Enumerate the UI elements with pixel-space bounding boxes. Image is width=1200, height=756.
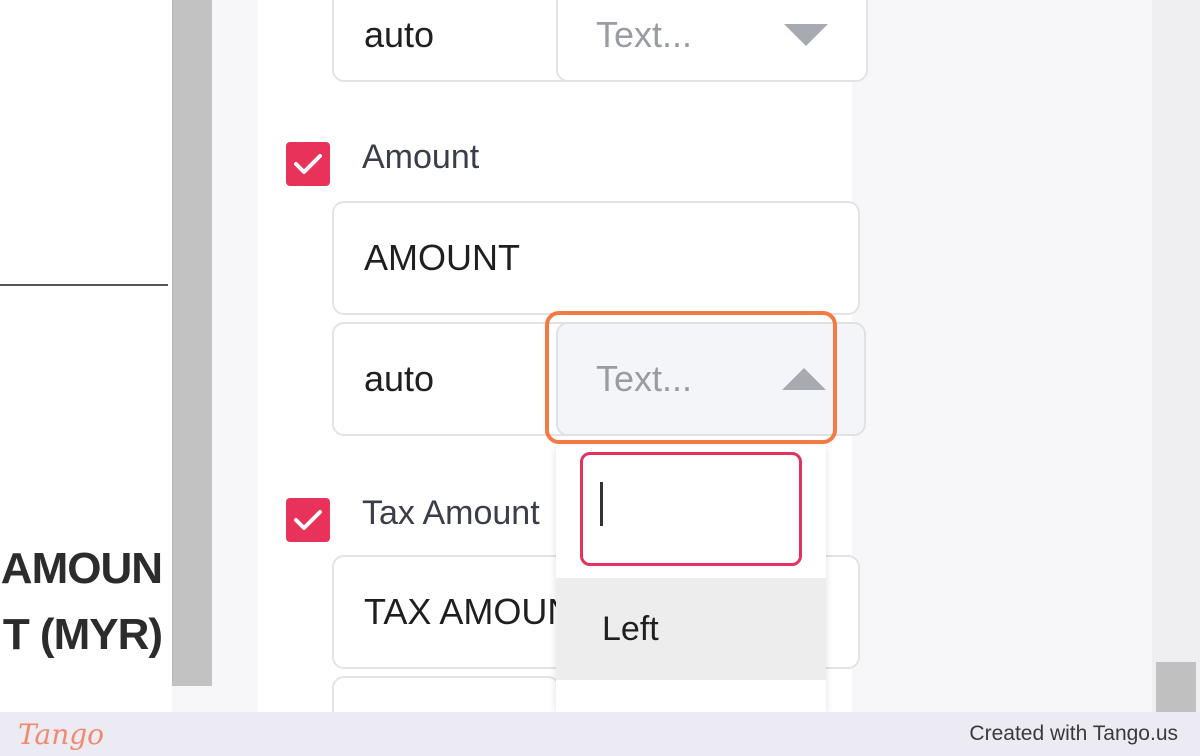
amount-header-input[interactable]: AMOUNT xyxy=(332,201,860,315)
tax-amount-checkbox[interactable] xyxy=(286,498,330,542)
document-column-heading-line1: AMOUN xyxy=(0,544,163,593)
step-highlight xyxy=(545,311,837,444)
previous-align-select-value: Text... xyxy=(596,14,693,55)
document-column-heading-line2: T (MYR) xyxy=(2,610,163,659)
tax-amount-label: Tax Amount xyxy=(362,494,540,532)
check-icon xyxy=(294,510,322,530)
page-scrollbar[interactable] xyxy=(1152,0,1200,712)
previous-width-input[interactable]: auto xyxy=(332,0,588,82)
check-icon xyxy=(294,154,322,174)
text-cursor xyxy=(600,482,603,526)
document-scrollbar[interactable] xyxy=(172,0,212,686)
amount-checkbox[interactable] xyxy=(286,142,330,186)
tango-logo: Tango xyxy=(18,717,105,751)
page-scrollbar-thumb[interactable] xyxy=(1156,662,1196,712)
footer-credit: Created with Tango.us xyxy=(969,722,1178,745)
dropdown-option-left[interactable]: Left xyxy=(556,578,826,680)
document-preview: AMOUN T (MYR) xyxy=(0,0,172,712)
dropdown-search-input[interactable] xyxy=(580,452,802,566)
chevron-down-icon xyxy=(784,24,828,46)
previous-align-select[interactable]: Text... xyxy=(556,0,868,82)
align-dropdown-menu: Left xyxy=(556,446,826,712)
amount-label: Amount xyxy=(362,138,480,176)
document-divider xyxy=(0,284,168,286)
